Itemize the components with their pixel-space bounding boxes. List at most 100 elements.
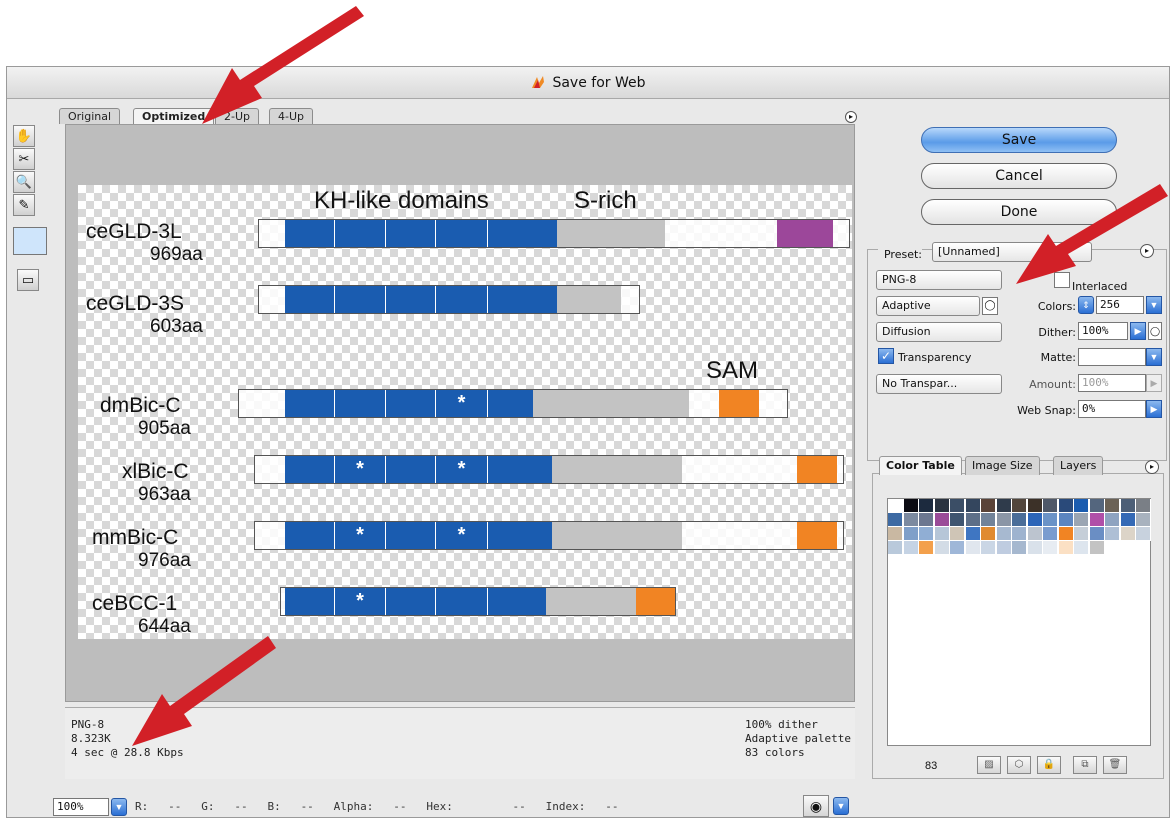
color-swatch[interactable] xyxy=(996,541,1012,555)
color-swatch[interactable] xyxy=(1089,541,1105,555)
color-swatch[interactable] xyxy=(1058,541,1074,555)
new-color-icon[interactable]: ⧉ xyxy=(1073,756,1097,774)
color-swatch[interactable] xyxy=(981,513,996,527)
web-shift-icon[interactable]: ⬡ xyxy=(1007,756,1031,774)
color-swatch[interactable] xyxy=(1012,513,1027,527)
color-swatch[interactable] xyxy=(1027,541,1043,555)
browser-preview-icon[interactable]: ◉ xyxy=(803,795,829,817)
color-swatch[interactable] xyxy=(950,499,965,513)
colors-field[interactable]: 256 xyxy=(1096,296,1144,314)
color-table-menu-icon[interactable]: ▸ xyxy=(1145,460,1159,474)
color-swatch[interactable] xyxy=(1012,527,1027,541)
color-swatch[interactable] xyxy=(919,499,934,513)
transparency-dither-dropdown[interactable]: No Transpar... xyxy=(876,374,1002,394)
color-swatch[interactable] xyxy=(965,527,981,541)
color-swatch[interactable] xyxy=(1058,499,1074,513)
color-swatch[interactable] xyxy=(996,513,1012,527)
color-swatch[interactable] xyxy=(1120,527,1136,541)
color-swatch[interactable] xyxy=(965,499,981,513)
web-snap-field[interactable]: 0% xyxy=(1078,400,1146,418)
file-format-dropdown[interactable]: PNG-8 xyxy=(876,270,1002,290)
color-swatch[interactable] xyxy=(888,513,903,527)
color-swatch[interactable] xyxy=(981,527,996,541)
color-swatch[interactable] xyxy=(1058,527,1074,541)
color-swatch[interactable] xyxy=(965,541,981,555)
color-swatch[interactable] xyxy=(903,541,919,555)
color-swatch[interactable] xyxy=(950,527,965,541)
dither-algorithm-dropdown[interactable]: Diffusion xyxy=(876,322,1002,342)
color-swatch[interactable] xyxy=(1120,499,1136,513)
color-swatch[interactable] xyxy=(919,541,934,555)
color-swatch[interactable] xyxy=(1043,499,1058,513)
tab-color-table[interactable]: Color Table xyxy=(879,456,962,475)
zoom-dropdown-arrow[interactable]: ▼ xyxy=(111,798,127,816)
color-swatch[interactable] xyxy=(1074,513,1089,527)
zoom-tool-icon[interactable]: 🔍 xyxy=(13,171,35,193)
matte-dropdown-arrow[interactable]: ▼ xyxy=(1146,348,1162,366)
color-swatch[interactable] xyxy=(996,499,1012,513)
color-swatch[interactable] xyxy=(1027,499,1043,513)
tab-layers[interactable]: Layers xyxy=(1053,456,1104,475)
colors-stepper[interactable]: ⇕ xyxy=(1078,296,1094,314)
color-swatch[interactable] xyxy=(996,527,1012,541)
color-swatch[interactable] xyxy=(1136,499,1151,513)
eyedropper-color-swatch[interactable] xyxy=(13,227,47,255)
color-swatch[interactable] xyxy=(934,513,950,527)
color-swatch[interactable] xyxy=(1136,527,1151,541)
dither-field[interactable]: 100% xyxy=(1078,322,1128,340)
browser-preview-dropdown[interactable]: ▼ xyxy=(833,797,849,815)
matte-field[interactable] xyxy=(1078,348,1146,366)
color-swatch[interactable] xyxy=(934,527,950,541)
dither-slider-arrow[interactable]: ▶ xyxy=(1130,322,1146,340)
tab-image-size[interactable]: Image Size xyxy=(965,456,1040,475)
amount-field[interactable]: 100% xyxy=(1078,374,1146,392)
colors-dropdown-arrow[interactable]: ▼ xyxy=(1146,296,1162,314)
save-button[interactable]: Save xyxy=(921,127,1117,153)
lock-color-icon[interactable]: 🔒 xyxy=(1037,756,1061,774)
color-swatch[interactable] xyxy=(1027,513,1043,527)
color-swatch[interactable] xyxy=(950,513,965,527)
color-swatch[interactable] xyxy=(919,527,934,541)
color-reduction-dropdown[interactable]: Adaptive xyxy=(876,296,980,316)
color-swatch[interactable] xyxy=(965,513,981,527)
color-swatch[interactable] xyxy=(1074,527,1089,541)
color-swatch[interactable] xyxy=(1089,513,1105,527)
color-swatch[interactable] xyxy=(888,527,903,541)
color-swatch[interactable] xyxy=(1074,499,1089,513)
amount-slider-arrow[interactable]: ▶ xyxy=(1146,374,1162,392)
color-swatch[interactable] xyxy=(1105,499,1120,513)
tab-original[interactable]: Original xyxy=(59,108,121,124)
color-swatch[interactable] xyxy=(903,513,919,527)
color-swatch[interactable] xyxy=(934,499,950,513)
color-swatch[interactable] xyxy=(1136,513,1151,527)
color-swatch[interactable] xyxy=(950,541,965,555)
color-swatch[interactable] xyxy=(1043,513,1058,527)
map-to-transparent-icon[interactable]: ▨ xyxy=(977,756,1001,774)
dither-mask-icon[interactable]: ◯ xyxy=(1148,322,1162,340)
color-swatch[interactable] xyxy=(1089,499,1105,513)
color-swatch[interactable] xyxy=(1105,527,1120,541)
slice-select-tool-icon[interactable]: ✂ xyxy=(13,148,35,170)
color-swatch[interactable] xyxy=(981,541,996,555)
color-swatch[interactable] xyxy=(903,527,919,541)
toggle-slices-visibility-icon[interactable]: ▭ xyxy=(17,269,39,291)
zoom-level-field[interactable]: 100% xyxy=(53,798,109,816)
preview-menu-icon[interactable]: ▸ xyxy=(845,111,857,123)
color-swatch[interactable] xyxy=(888,541,903,555)
color-swatch[interactable] xyxy=(888,499,903,513)
color-swatch[interactable] xyxy=(919,513,934,527)
color-swatch[interactable] xyxy=(1012,541,1027,555)
color-swatch[interactable] xyxy=(1058,513,1074,527)
color-swatch[interactable] xyxy=(1105,513,1120,527)
color-swatch[interactable] xyxy=(1012,499,1027,513)
color-swatch[interactable] xyxy=(1120,513,1136,527)
color-swatch[interactable] xyxy=(1074,541,1089,555)
color-swatch[interactable] xyxy=(1043,541,1058,555)
eyedropper-tool-icon[interactable]: ✎ xyxy=(13,194,35,216)
color-swatch[interactable] xyxy=(1043,527,1058,541)
transparency-checkbox[interactable]: ✓ xyxy=(878,348,894,364)
web-snap-slider-arrow[interactable]: ▶ xyxy=(1146,400,1162,418)
delete-color-icon[interactable]: 🗑 xyxy=(1103,756,1127,774)
color-swatch[interactable] xyxy=(1027,527,1043,541)
color-swatch[interactable] xyxy=(981,499,996,513)
